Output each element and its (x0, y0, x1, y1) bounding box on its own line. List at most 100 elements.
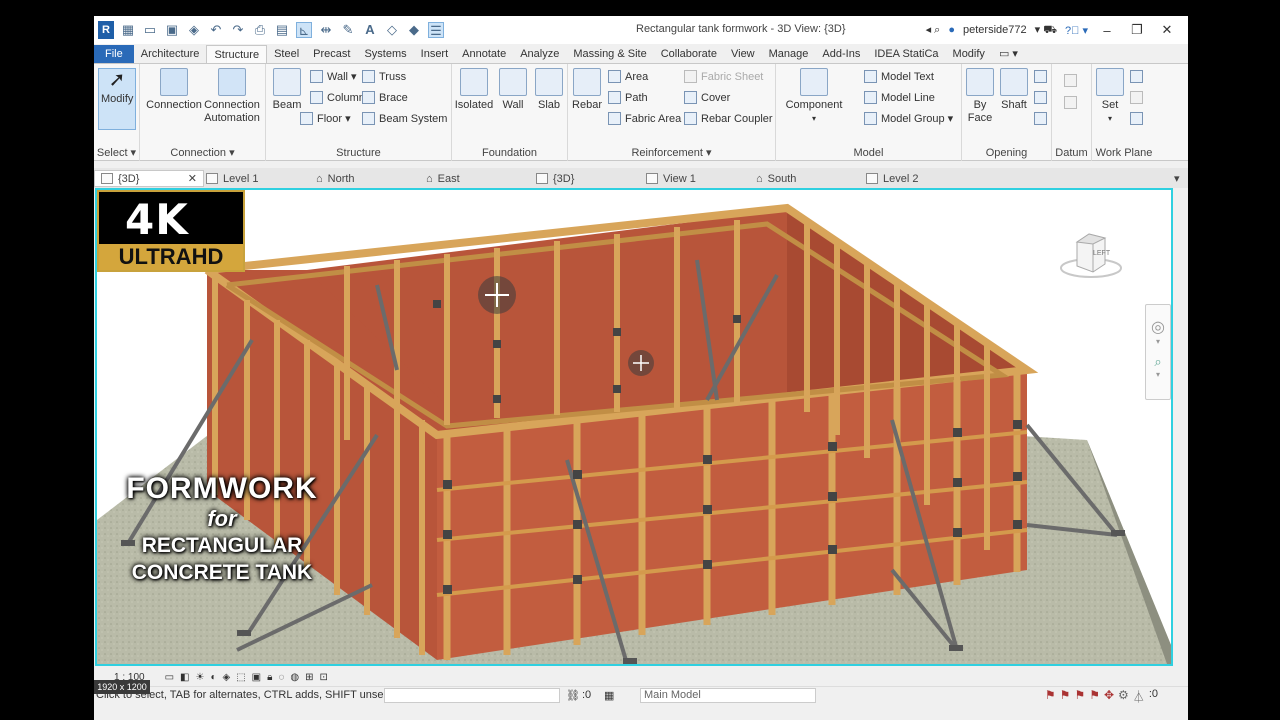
tab-analyze[interactable]: Analyze (513, 45, 566, 63)
steering-wheel-dropdown-icon[interactable]: ▾ (1146, 337, 1170, 346)
view-tab-north[interactable]: ⌂ North (316, 170, 355, 187)
set-work-plane-button[interactable]: Set ▾ (1096, 68, 1124, 125)
model-text-button[interactable]: Model Text (864, 70, 934, 83)
tab-view[interactable]: View (724, 45, 762, 63)
section-icon[interactable]: ◆ (406, 22, 422, 38)
viewcube[interactable]: LEFT (1059, 230, 1123, 282)
worksharing-display-icon[interactable]: ⊞ (305, 672, 313, 683)
panel-title-structure[interactable]: Structure (266, 147, 451, 159)
steering-wheel-icon[interactable]: ◎ (1146, 317, 1170, 337)
detail-level-icon[interactable]: ▭ (165, 672, 174, 683)
beam-system-button[interactable]: Beam System (362, 112, 447, 125)
column-button[interactable]: Column (310, 91, 365, 104)
tab-add-ins[interactable]: Add-Ins (815, 45, 867, 63)
main-model-select[interactable]: Main Model (640, 688, 816, 703)
home-icon[interactable]: ▦ (120, 22, 136, 38)
panel-title-reinforcement[interactable]: Reinforcement ▾ (568, 146, 775, 159)
select-pinned-icon[interactable]: ⚑ (1074, 688, 1085, 705)
ref-plane-button[interactable] (1130, 91, 1143, 104)
tag-icon[interactable]: ✎ (340, 22, 356, 38)
tab-architecture[interactable]: Architecture (134, 45, 207, 63)
save-icon[interactable]: ▣ (164, 22, 180, 38)
pdf-icon[interactable]: ▤ (274, 22, 290, 38)
temporary-hide-icon[interactable]: ◌ (278, 672, 284, 683)
drag-elements-icon[interactable]: ✥ (1104, 688, 1114, 705)
cart-icon[interactable]: ▾ ⛟ (1035, 23, 1057, 38)
show-crop-icon[interactable]: ▣ (252, 672, 261, 683)
undo-icon[interactable]: ↶ (208, 22, 224, 38)
viewer-button[interactable] (1130, 112, 1143, 125)
view-tab-level-2[interactable]: Level 2 (866, 170, 918, 187)
workset-select[interactable] (384, 688, 560, 703)
username[interactable]: peterside772 (963, 24, 1027, 36)
visual-style-icon[interactable]: ◧ (180, 672, 189, 683)
sun-path-icon[interactable]: ☀ (196, 672, 205, 683)
tab-annotate[interactable]: Annotate (455, 45, 513, 63)
floor-button[interactable]: Floor ▾ (300, 112, 351, 125)
truss-button[interactable]: Truss (362, 70, 406, 83)
filter-icon[interactable]: ⏃ (1133, 688, 1145, 705)
background-process-icon[interactable]: ⚙ (1118, 688, 1129, 705)
foundation-wall-button[interactable]: Wall (496, 68, 530, 112)
shaft-button[interactable]: Shaft (998, 68, 1030, 112)
modify-button[interactable]: ➚ Modify (98, 68, 136, 130)
design-options-icon[interactable]: ▦ (604, 689, 614, 702)
tab-structure[interactable]: Structure (206, 45, 268, 63)
tab-manage[interactable]: Manage (762, 45, 816, 63)
select-links-icon[interactable]: ⚑ (1045, 688, 1056, 705)
user-icon[interactable]: ● (948, 24, 955, 36)
app-logo[interactable]: R (98, 21, 114, 39)
help-icon[interactable]: ?⃝ ▾ (1065, 24, 1088, 37)
lock-3d-view-icon[interactable]: 🔒︎ (267, 672, 272, 683)
model-line-button[interactable]: Model Line (864, 91, 935, 104)
rebar-coupler-button[interactable]: Rebar Coupler (684, 112, 773, 125)
connection-button[interactable]: Connection (146, 68, 202, 112)
close-tab-icon[interactable]: ✕ (188, 172, 197, 185)
open-icon[interactable]: ▭ (142, 22, 158, 38)
panel-title-connection[interactable]: Connection ▾ (140, 146, 265, 159)
beam-button[interactable]: Beam (270, 68, 304, 112)
tab-insert[interactable]: Insert (414, 45, 456, 63)
fabric-area-button[interactable]: Fabric Area (608, 112, 681, 125)
model-group-button[interactable]: Model Group ▾ (864, 112, 953, 125)
tab-massing-site[interactable]: Massing & Site (566, 45, 653, 63)
panel-title-select[interactable]: Select ▾ (94, 146, 139, 159)
tab-collaborate[interactable]: Collaborate (654, 45, 724, 63)
level-button[interactable] (1064, 74, 1077, 87)
crop-view-icon[interactable]: ⬚ (236, 672, 245, 683)
binoculars-icon[interactable]: ◂ ⌕ (926, 23, 941, 37)
select-underlay-icon[interactable]: ⚑ (1060, 688, 1071, 705)
zoom-dropdown-icon[interactable]: ▾ (1146, 370, 1170, 379)
component-button[interactable]: Component ▾ (784, 68, 844, 125)
ribbon-options-toggle[interactable]: ▭ ▾ (992, 45, 1025, 63)
view-tab-east[interactable]: ⌂ East (426, 170, 460, 187)
isolated-button[interactable]: Isolated (454, 68, 494, 112)
cover-button[interactable]: Cover (684, 91, 730, 104)
view-tab-3d[interactable]: {3D} (536, 170, 574, 187)
tab-file[interactable]: File (94, 45, 134, 63)
tab-idea-statica[interactable]: IDEA StatiCa (867, 45, 945, 63)
print-icon[interactable]: ⎙ (252, 22, 268, 38)
view-tab-south[interactable]: ⌂ South (756, 170, 796, 187)
rebar-button[interactable]: Rebar (570, 68, 604, 112)
by-face-button[interactable]: By Face (964, 68, 996, 125)
tab-precast[interactable]: Precast (306, 45, 357, 63)
analytical-model-icon[interactable]: ⊡ (320, 672, 328, 683)
measure-icon[interactable]: ⊾ (296, 22, 312, 38)
align-dimension-icon[interactable]: ⇹ (318, 22, 334, 38)
select-by-face-icon[interactable]: ⚑ (1089, 688, 1100, 705)
close-button[interactable]: ✕ (1156, 22, 1178, 38)
text-icon[interactable]: A (362, 22, 378, 38)
show-work-plane-button[interactable] (1130, 70, 1143, 83)
dormer-opening-button[interactable] (1034, 112, 1047, 125)
wall-opening-button[interactable] (1034, 70, 1047, 83)
view-tab-3d-active[interactable]: {3D} ✕ (94, 170, 204, 187)
view-tab-level-1[interactable]: Level 1 (206, 170, 258, 187)
restore-button[interactable]: ❐ (1126, 22, 1148, 38)
fabric-sheet-button[interactable]: Fabric Sheet (684, 70, 763, 83)
zoom-icon[interactable]: ⌕ (1146, 354, 1170, 370)
reveal-hidden-icon[interactable]: ◍ (290, 672, 299, 683)
connection-automation-button[interactable]: Connection Automation (204, 68, 260, 125)
slab-button[interactable]: Slab (532, 68, 566, 112)
brace-button[interactable]: Brace (362, 91, 408, 104)
